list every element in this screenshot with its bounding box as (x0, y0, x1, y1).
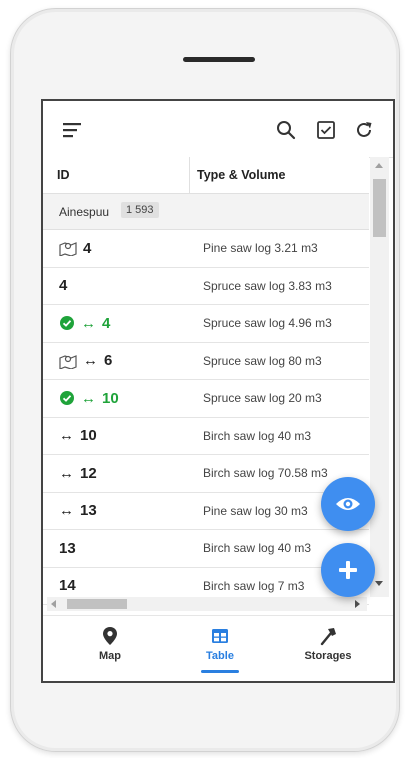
row-id: 13 (80, 502, 97, 519)
column-header-id[interactable]: ID (57, 168, 70, 182)
row-id: 10 (80, 427, 97, 444)
table-icon (212, 629, 228, 643)
transfer-arrow-icon: ↔ (59, 502, 74, 519)
transfer-arrow-icon: ↔ (59, 427, 74, 444)
table-body: 4 Pine saw log 3.21 m3 4 Spruce saw log … (43, 230, 369, 605)
scroll-thumb[interactable] (67, 599, 127, 609)
row-type-volume: Spruce saw log 3.83 m3 (203, 278, 332, 293)
table-row[interactable]: ↔ 4 Spruce saw log 4.96 m3 (43, 305, 369, 343)
row-id: 10 (102, 389, 119, 407)
table-row[interactable]: ↔ 6 Spruce saw log 80 m3 (43, 342, 369, 380)
menu-icon[interactable] (63, 121, 85, 139)
row-id: 14 (59, 577, 76, 594)
phone-frame: ID Type & Volume Ainespuu 1 593 4 Pine s… (10, 8, 400, 752)
app-screen: ID Type & Volume Ainespuu 1 593 4 Pine s… (41, 99, 395, 683)
transfer-arrow-icon: ↔ (83, 352, 98, 369)
row-id-cell: 4 (59, 268, 67, 304)
nav-item-storages[interactable]: Storages (273, 616, 383, 678)
scroll-up-arrow[interactable] (375, 163, 383, 168)
table-row[interactable]: ↔ 13 Pine saw log 30 m3 (43, 492, 369, 530)
table-header: ID Type & Volume (43, 157, 369, 194)
row-type-volume: Spruce saw log 4.96 m3 (203, 316, 332, 330)
table-row[interactable]: ↔ 12 Birch saw log 70.58 m3 (43, 455, 369, 493)
row-id: 13 (59, 539, 76, 557)
phone-speaker (183, 57, 255, 62)
table-row[interactable]: ↔ 10 Birch saw log 40 m3 (43, 417, 369, 455)
group-name: Ainespuu (59, 205, 110, 219)
map-pin-icon (59, 240, 77, 256)
row-id-cell: ↔ 13 (59, 493, 97, 529)
row-id: 4 (59, 277, 68, 294)
row-type-volume: Spruce saw log 80 m3 (203, 353, 322, 368)
row-type-volume: Birch saw log 40 m3 (203, 428, 312, 443)
transfer-arrow-icon: ↔ (81, 314, 96, 332)
axe-icon (320, 628, 336, 646)
nav-label-table: Table (206, 650, 234, 662)
row-id-cell: ↔ 10 (59, 380, 119, 416)
view-toggle-button[interactable] (321, 477, 375, 531)
scroll-right-arrow[interactable] (355, 600, 360, 608)
check-circle-icon (59, 315, 75, 331)
row-id: 4 (102, 314, 111, 332)
refresh-icon[interactable] (353, 119, 375, 141)
add-button[interactable] (321, 543, 375, 597)
scroll-down-arrow[interactable] (375, 581, 383, 586)
row-id: 12 (80, 464, 97, 482)
vertical-scrollbar[interactable] (370, 157, 389, 597)
plus-icon (339, 561, 357, 579)
column-header-type-volume[interactable]: Type & Volume (197, 168, 285, 182)
row-id-cell: ↔ 6 (59, 343, 112, 379)
table-row[interactable]: 4 Pine saw log 3.21 m3 (43, 230, 369, 268)
search-icon[interactable] (275, 119, 297, 141)
row-type-volume: Pine saw log 30 m3 (203, 503, 308, 518)
row-type-volume: Spruce saw log 20 m3 (203, 391, 322, 405)
top-toolbar (43, 101, 393, 158)
transfer-arrow-icon: ↔ (59, 464, 74, 482)
active-tab-indicator (201, 670, 239, 673)
nav-label-map: Map (99, 650, 121, 662)
table-row[interactable]: ↔ 10 Spruce saw log 20 m3 (43, 380, 369, 418)
group-row[interactable]: Ainespuu 1 593 (43, 194, 369, 230)
row-type-volume: Pine saw log 3.21 m3 (203, 241, 318, 255)
nav-item-table[interactable]: Table (165, 616, 275, 678)
table-row[interactable]: 13 Birch saw log 40 m3 (43, 530, 369, 568)
map-pin-icon (103, 627, 117, 645)
row-id: 6 (104, 352, 113, 369)
bottom-navigation: Map Table Storages (43, 615, 393, 681)
row-id-cell: 4 (59, 230, 91, 266)
scroll-thumb[interactable] (373, 179, 386, 237)
select-checkbox-icon[interactable] (315, 119, 337, 141)
group-count-badge: 1 593 (121, 202, 159, 218)
eye-icon (336, 498, 360, 510)
row-id-cell: ↔ 10 (59, 418, 97, 454)
row-id: 4 (83, 239, 92, 257)
row-id-cell: ↔ 4 (59, 305, 110, 341)
row-type-volume: Birch saw log 70.58 m3 (203, 466, 328, 480)
scroll-left-arrow[interactable] (51, 600, 56, 608)
check-circle-icon (59, 390, 75, 406)
table-row[interactable]: 4 Spruce saw log 3.83 m3 (43, 267, 369, 305)
row-type-volume: Birch saw log 40 m3 (203, 541, 312, 555)
horizontal-scrollbar[interactable] (47, 597, 367, 611)
column-divider (189, 157, 190, 193)
nav-item-map[interactable]: Map (55, 616, 165, 678)
row-id-cell: 13 (59, 530, 76, 566)
map-pin-icon (59, 353, 77, 369)
row-id-cell: ↔ 12 (59, 455, 97, 491)
nav-label-storages: Storages (304, 650, 352, 662)
transfer-arrow-icon: ↔ (81, 389, 96, 407)
